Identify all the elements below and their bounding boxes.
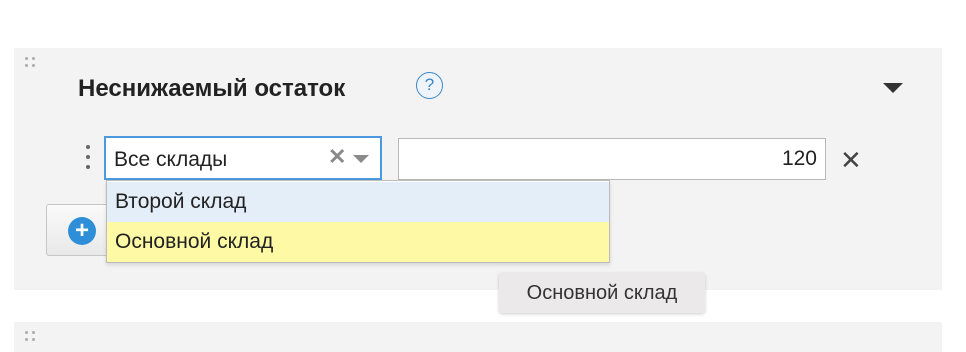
row-drag-handle-icon[interactable]: [85, 145, 91, 171]
section-drag-handle-icon[interactable]: [25, 331, 39, 345]
tooltip: Основной склад: [499, 273, 705, 313]
dropdown-option[interactable]: Основной склад: [107, 222, 609, 262]
remove-row-icon[interactable]: ✕: [840, 147, 862, 173]
chevron-down-icon[interactable]: [353, 155, 369, 163]
warehouse-dropdown-list: Второй склад Основной склад: [106, 180, 610, 263]
section-drag-handle-icon[interactable]: [25, 57, 39, 71]
quantity-input[interactable]: [398, 138, 826, 180]
collapse-triangle-icon[interactable]: [883, 83, 903, 93]
section-title: Неснижаемый остаток: [78, 75, 346, 102]
plus-circle-icon: +: [68, 217, 96, 245]
next-section-panel: [14, 322, 942, 352]
dropdown-option[interactable]: Второй склад: [107, 182, 609, 222]
warehouse-select[interactable]: Все склады ✕: [104, 136, 382, 180]
warehouse-select-value: Все склады: [114, 148, 228, 171]
help-icon[interactable]: ?: [416, 72, 443, 99]
clear-selection-icon[interactable]: ✕: [328, 146, 346, 168]
